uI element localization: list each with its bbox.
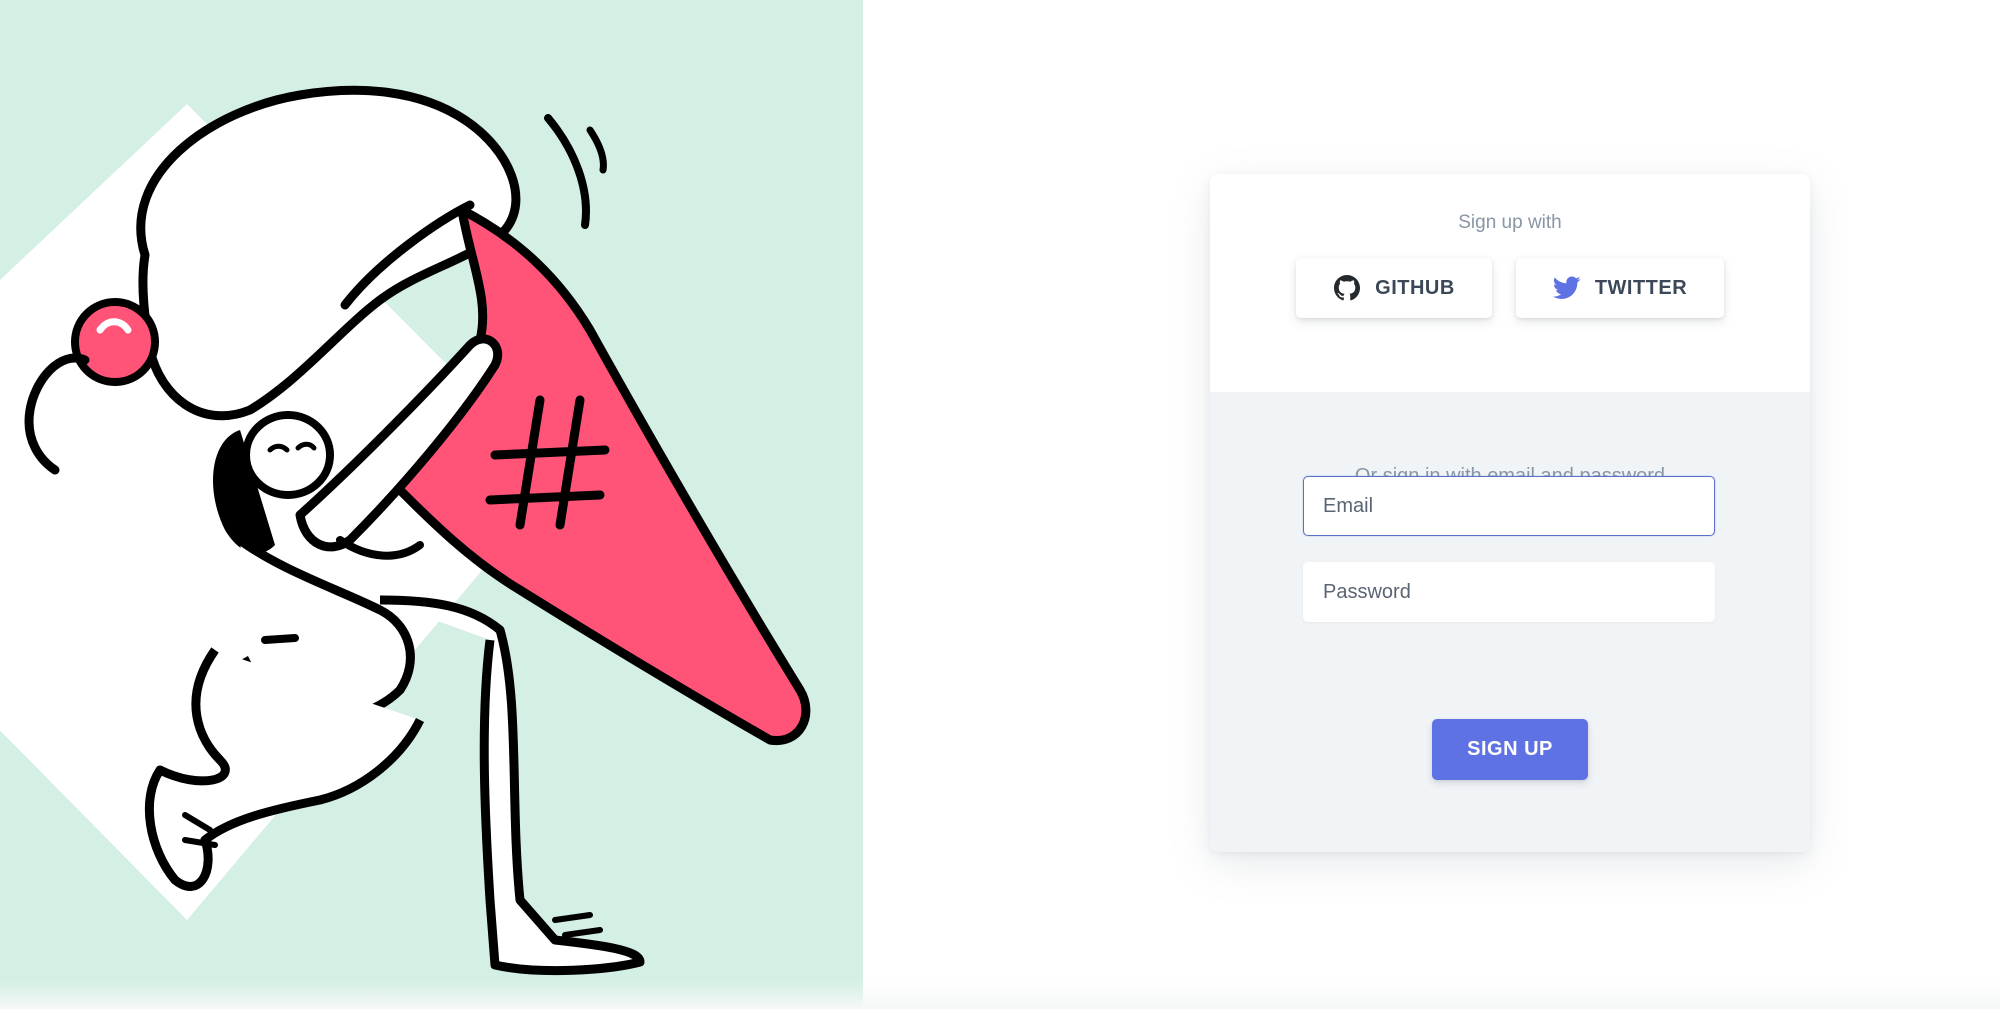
social-signup-section: Sign up with GITHUB TWITTER bbox=[1210, 174, 1810, 392]
github-icon bbox=[1333, 274, 1361, 302]
bottom-fade bbox=[0, 980, 2000, 1009]
illustration-panel bbox=[0, 0, 863, 1009]
email-field[interactable] bbox=[1303, 476, 1715, 536]
twitter-icon bbox=[1552, 274, 1581, 302]
github-label: GITHUB bbox=[1375, 276, 1455, 299]
twitter-label: TWITTER bbox=[1594, 276, 1688, 299]
ice-cream-illustration bbox=[0, 85, 811, 976]
password-field[interactable] bbox=[1303, 562, 1715, 622]
signup-card: Sign up with GITHUB TWITTER Or bbox=[1210, 174, 1810, 852]
email-signin-section: Or sign in with email and password bbox=[1210, 392, 1810, 852]
sign-up-button[interactable]: SIGN UP bbox=[1432, 719, 1588, 780]
twitter-button[interactable]: TWITTER bbox=[1516, 258, 1724, 318]
github-button[interactable]: GITHUB bbox=[1296, 258, 1492, 318]
signup-page: Sign up with GITHUB TWITTER Or bbox=[0, 0, 2000, 1009]
social-signup-title: Sign up with bbox=[1458, 212, 1562, 233]
